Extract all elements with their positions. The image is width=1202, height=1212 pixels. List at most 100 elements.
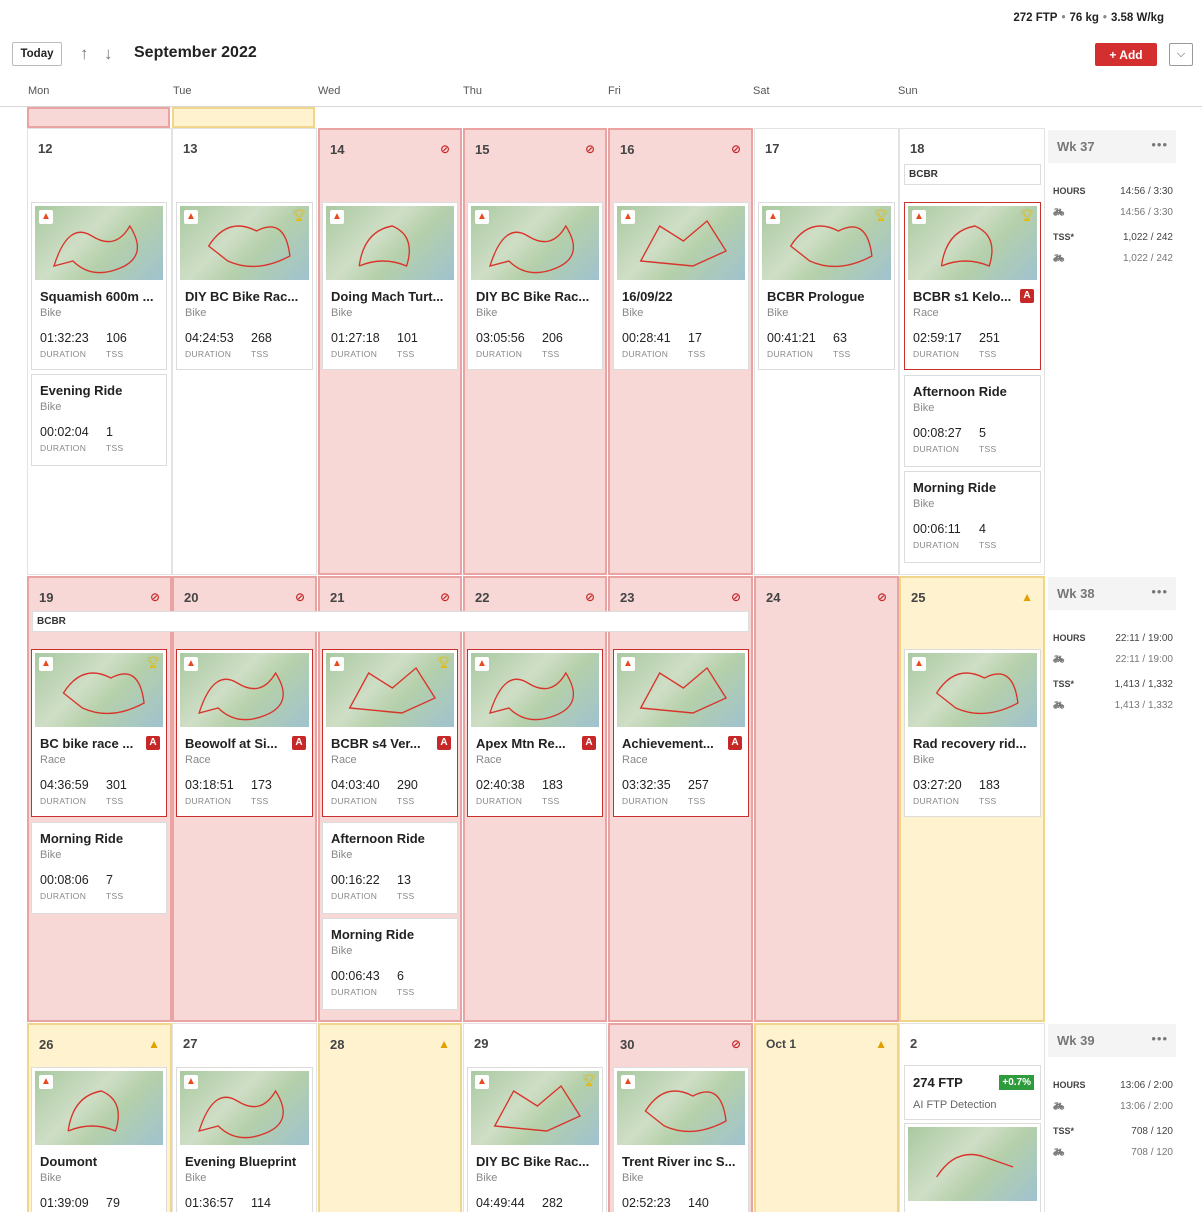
blocked-icon: ⊘ (294, 590, 305, 604)
duration-label: DURATION (622, 796, 669, 806)
hours-label: HOURS (1053, 1080, 1086, 1090)
strava-icon: ▲ (39, 657, 53, 671)
strava-icon: ▲ (39, 1075, 53, 1089)
tss-label: TSS* (1053, 232, 1075, 242)
activity-card[interactable]: ▲ Achievement... A Race 03:32:35 257 DURATION T… (613, 649, 749, 817)
tss-bike-value: 708 / 120 (1131, 1147, 1173, 1158)
activity-title: DIY BC Bike Rac... (476, 289, 590, 304)
activity-card[interactable]: ▲ DIY BC Bike Rac... Bike 03:05:56 206 DURATI… (467, 202, 603, 370)
activity-card[interactable]: ▲ Squamish 600m ... Bike 01:32:23 106 DURATIO… (31, 202, 167, 370)
tss-label: TSS (979, 796, 997, 806)
activity-type: Bike (622, 307, 644, 319)
activity-card[interactable]: Afternoon Ride Bike 00:16:22 13 DURATION TSS (322, 822, 458, 914)
arrow-up-icon[interactable]: ↑ (80, 44, 89, 64)
tss-label: TSS (397, 891, 415, 901)
day-number: 30 (620, 1037, 635, 1052)
activity-duration: 01:27:18 (331, 331, 380, 345)
activity-card[interactable] (904, 1123, 1041, 1212)
activity-duration: 03:18:51 (185, 778, 234, 792)
today-button[interactable]: Today (12, 42, 62, 66)
day-header-thu: Thu (463, 85, 482, 97)
route-map: ▲ (35, 206, 163, 280)
strava-icon: ▲ (766, 210, 780, 224)
activity-title: BCBR s1 Kelo... (913, 289, 1012, 304)
day-number: 24 (766, 590, 781, 605)
blocked-icon: ⊘ (730, 590, 741, 604)
event-banner-bcbr[interactable]: BCBR (32, 611, 749, 632)
activity-card[interactable]: Evening Ride Bike 00:02:04 1 DURATION TSS (31, 374, 167, 466)
activity-card[interactable]: ▲ 🏆︎ BCBR s4 Ver... A Race 04:03:40 290 DURATIO… (322, 649, 458, 817)
activity-type: Bike (331, 307, 353, 319)
day-number: 13 (183, 141, 198, 156)
tss-label: TSS (979, 444, 997, 454)
duration-label: DURATION (331, 891, 378, 901)
tss-bike-value: 1,022 / 242 (1122, 253, 1173, 264)
ftp-detection-card[interactable]: 274 FTP +0.7% AI FTP Detection (904, 1065, 1041, 1120)
more-icon[interactable]: ••• (1151, 137, 1168, 152)
day-cell-24[interactable]: 24 ⊘ (754, 576, 899, 1022)
activity-card[interactable]: ▲ Doing Mach Turt... Bike 01:27:18 101 DURATI… (322, 202, 458, 370)
day-cell-28[interactable]: 28 ▲ (318, 1023, 462, 1212)
activity-card[interactable]: ▲Evening BlueprintBike01:36:57114DURATIO… (176, 1067, 313, 1212)
prev-week-tue (172, 107, 315, 128)
activity-duration: 00:06:43 (331, 969, 380, 983)
week-summary-38[interactable]: Wk 38 ••• (1048, 577, 1176, 610)
activity-card[interactable]: ▲DoumontBike01:39:0979DURATIONTSS (31, 1067, 167, 1212)
hours-label: HOURS (1053, 633, 1086, 643)
activity-duration: 00:08:06 (40, 873, 89, 887)
add-button[interactable]: + Add (1095, 43, 1157, 66)
tss-label: TSS (397, 987, 415, 997)
strava-icon: ▲ (330, 657, 344, 671)
event-banner-bcbr[interactable]: BCBR (904, 164, 1041, 185)
warning-icon: ▲ (438, 1037, 450, 1051)
route-map: ▲ 🏆︎ (35, 653, 163, 727)
day-number: 28 (330, 1037, 345, 1052)
activity-card[interactable]: Morning Ride Bike 00:08:06 7 DURATION TSS (31, 822, 167, 914)
week-summary-39[interactable]: Wk 39 ••• (1048, 1024, 1176, 1057)
tss-label: TSS (688, 349, 706, 359)
strava-icon: ▲ (475, 1075, 489, 1089)
day-header-sun: Sun (898, 85, 918, 97)
activity-card[interactable]: ▲ 🏆︎ BCBR Prologue Bike 00:41:21 63 DURATION TS… (758, 202, 895, 370)
day-number: 19 (39, 590, 54, 605)
bike-icon: 🚲︎ (1053, 1101, 1065, 1111)
activity-title: Rad recovery rid... (913, 736, 1027, 751)
activity-type: Bike (331, 945, 353, 957)
duration-label: DURATION (40, 891, 87, 901)
activity-card[interactable]: ▲ Apex Mtn Re... A Race 02:40:38 183 DURATION T… (467, 649, 603, 817)
strava-icon: ▲ (184, 210, 198, 224)
strava-icon: ▲ (912, 657, 926, 671)
activity-card[interactable]: ▲ Beowolf at Si... A Race 03:18:51 173 DURATIO… (176, 649, 313, 817)
activity-card[interactable]: ▲ 🏆︎ BCBR s1 Kelo... A Race 02:59:17 251 DURATI… (904, 202, 1041, 370)
activity-card[interactable]: ▲ 16/09/22 Bike 00:28:41 17 DURATION TSS (613, 202, 749, 370)
activity-card[interactable]: ▲🏆︎DIY BC Bike Rac...Bike04:49:44282DURA… (467, 1067, 603, 1212)
day-cell-oct1[interactable]: Oct 1 ▲ (754, 1023, 899, 1212)
day-number: 29 (474, 1036, 489, 1051)
route-map: ▲ 🏆︎ (762, 206, 891, 280)
activity-card[interactable]: Morning Ride Bike 00:06:11 4 DURATION TSS (904, 471, 1041, 563)
hours-bike-value: 22:11 / 19:00 (1115, 654, 1173, 665)
activity-card[interactable]: ▲ 🏆︎ DIY BC Bike Rac... Bike 04:24:53 268 DURA… (176, 202, 313, 370)
activity-card[interactable]: ▲ Rad recovery rid... Bike 03:27:20 183 DURAT… (904, 649, 1041, 817)
activity-card[interactable]: Afternoon Ride Bike 00:08:27 5 DURATION TSS (904, 375, 1041, 467)
activity-duration: 00:41:21 (767, 331, 816, 345)
arrow-down-icon[interactable]: ↓ (104, 44, 113, 64)
strava-icon: ▲ (621, 210, 635, 224)
duration-label: DURATION (40, 443, 87, 453)
strava-icon: ▲ (912, 210, 926, 224)
activity-duration: 02:52:23 (622, 1196, 671, 1210)
activity-type: Bike (913, 498, 935, 510)
activity-title: Morning Ride (331, 927, 415, 942)
activity-title: Beowolf at Si... (185, 736, 278, 751)
activity-card[interactable]: ▲Trent River inc S...Bike02:52:23140DURA… (613, 1067, 749, 1212)
activity-duration: 00:16:22 (331, 873, 380, 887)
activity-card[interactable]: ▲ 🏆︎ BC bike race ... A Race 04:36:59 301 DURAT… (31, 649, 167, 817)
activity-tss: 268 (251, 331, 272, 345)
activity-card[interactable]: Morning Ride Bike 00:06:43 6 DURATION TSS (322, 918, 458, 1010)
more-icon[interactable]: ••• (1151, 584, 1168, 599)
week-summary-37[interactable]: Wk 37 ••• (1048, 130, 1176, 163)
duration-label: DURATION (913, 444, 960, 454)
activity-duration: 01:36:57 (185, 1196, 234, 1210)
chevron-down-icon[interactable]: ⌵ (1169, 43, 1193, 66)
more-icon[interactable]: ••• (1151, 1031, 1168, 1046)
